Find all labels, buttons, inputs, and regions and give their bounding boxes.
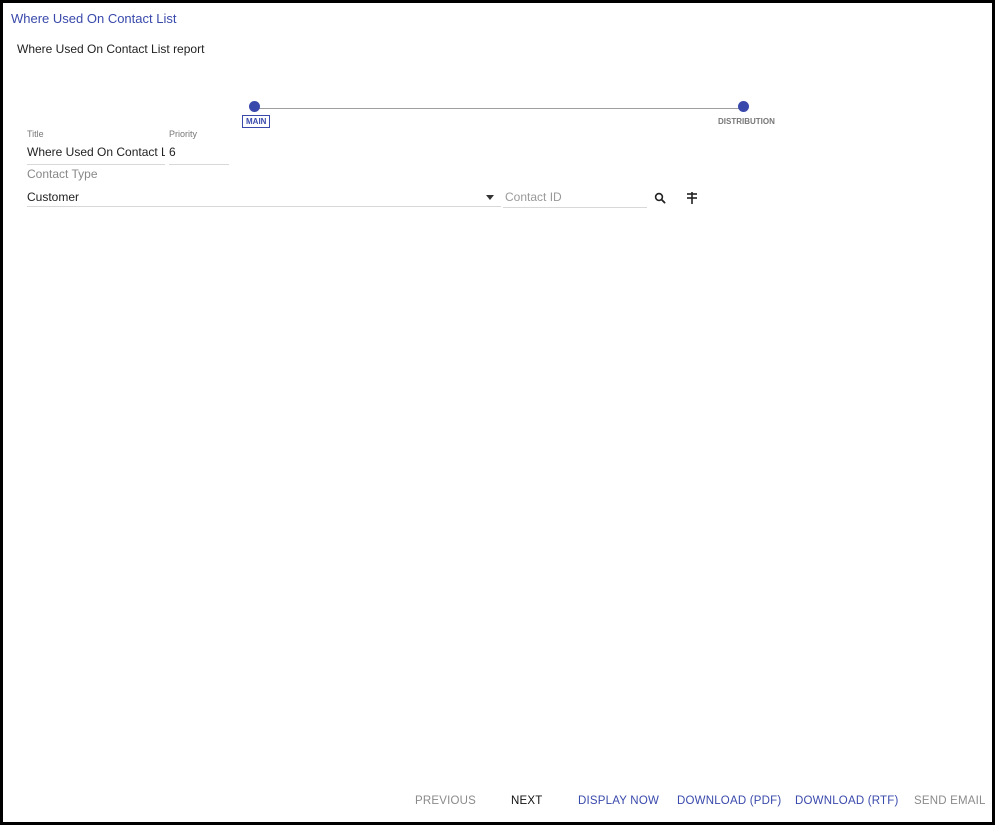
- priority-field-label: Priority: [169, 129, 198, 139]
- priority-field[interactable]: 6: [169, 145, 225, 159]
- search-icon[interactable]: [652, 190, 668, 206]
- dialog-title: Where Used On Contact List: [11, 11, 177, 26]
- download-rtf-button[interactable]: DOWNLOAD (RTF): [795, 795, 899, 807]
- stepper-line: [258, 108, 746, 109]
- priority-field-underline: [169, 164, 229, 165]
- step-distribution-dot[interactable]: [738, 101, 749, 112]
- contact-type-label: Contact Type: [27, 167, 98, 181]
- download-pdf-button[interactable]: DOWNLOAD (PDF): [677, 795, 781, 807]
- previous-button[interactable]: PREVIOUS: [415, 795, 476, 807]
- title-field-underline: [27, 164, 165, 165]
- dropdown-arrow-icon[interactable]: [486, 195, 494, 200]
- filter-icon[interactable]: [684, 190, 700, 206]
- step-main-label[interactable]: MAIN: [242, 115, 271, 128]
- display-now-button[interactable]: DISPLAY NOW: [578, 795, 659, 807]
- contact-id-input[interactable]: [503, 187, 647, 208]
- step-main-dot[interactable]: [249, 101, 260, 112]
- title-field[interactable]: Where Used On Contact List: [27, 145, 165, 159]
- contact-type-select[interactable]: Customer: [27, 190, 467, 204]
- send-email-button[interactable]: SEND EMAIL: [914, 795, 986, 807]
- report-dialog: Where Used On Contact List Where Used On…: [0, 0, 995, 825]
- next-button[interactable]: NEXT: [511, 795, 542, 807]
- title-field-label: Title: [27, 129, 44, 139]
- report-description: Where Used On Contact List report: [17, 42, 205, 56]
- step-distribution-label[interactable]: DISTRIBUTION: [718, 117, 775, 126]
- contact-type-underline: [27, 206, 501, 207]
